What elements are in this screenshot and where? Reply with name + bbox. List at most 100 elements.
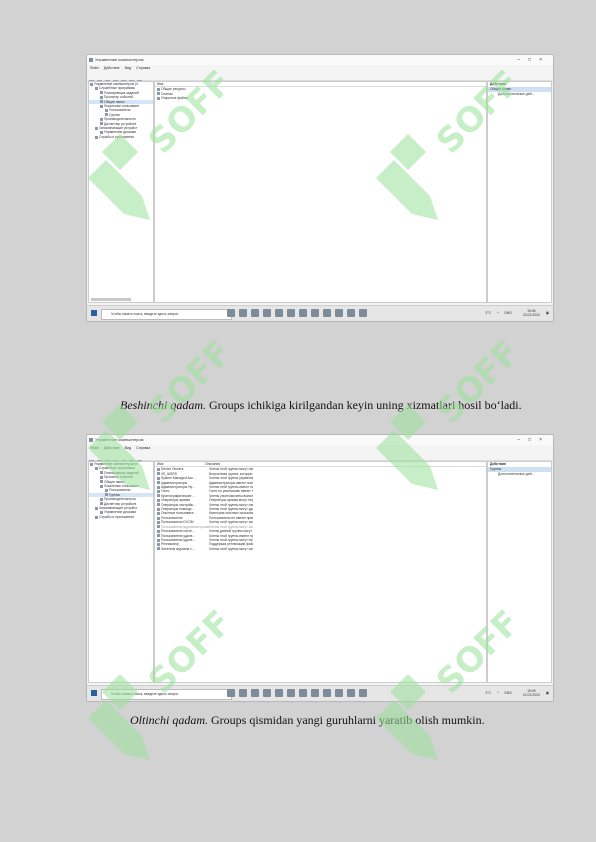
store-icon[interactable] [275,309,283,317]
app-icon[interactable] [323,689,331,697]
explorer-icon[interactable] [263,689,271,697]
window-controls[interactable]: –□× [517,435,550,445]
app-icon[interactable] [311,689,319,697]
tree-node-icon [100,104,103,108]
tree-node-icon [105,113,108,117]
windows-start-icon[interactable] [91,310,97,316]
tree-item-label: Производительность [104,117,136,122]
console-tree[interactable]: Управление компьютером (л Служебные прогр… [88,461,154,683]
tray-chevron-up-icon[interactable]: ^ [497,691,499,695]
app-icon[interactable] [347,309,355,317]
app-icon[interactable] [359,309,367,317]
chrome-icon[interactable] [287,309,295,317]
menu-view[interactable]: Вид [125,66,132,70]
notifications-icon[interactable]: ▣ [546,311,549,315]
group-icon [157,520,160,524]
tree-node-icon [100,471,103,475]
task-view-icon[interactable] [227,309,235,317]
language-indicator[interactable]: ENG [505,691,512,695]
computer-management-icon [89,438,93,442]
tree-node-icon [100,131,103,135]
tree-item-label: Пользователи [109,108,131,113]
toolbar [87,452,553,465]
group-icon [157,468,160,472]
group-name: Читатели журнала с... [161,546,195,551]
minimize-icon[interactable]: – [517,437,528,443]
windows-start-icon[interactable] [91,690,97,696]
maximize-icon[interactable]: □ [528,437,539,443]
app-icon[interactable] [323,309,331,317]
close-icon[interactable]: × [539,437,550,443]
tree-item[interactable]: Службы и приложения [89,135,153,139]
word-icon[interactable] [335,309,343,317]
column-header-name[interactable]: Имя [157,462,205,466]
console-tree[interactable]: Управление компьютером (л Служебные прогр… [88,81,154,303]
column-header-description[interactable]: Описание [205,462,249,466]
tray-chevron-up-icon[interactable]: ^ [497,311,499,315]
explorer-icon[interactable] [263,309,271,317]
tree-node-icon [105,109,108,113]
edge-icon[interactable] [239,309,247,317]
tree-node-icon [105,489,108,493]
tree-node-icon [100,122,103,126]
more-actions-link[interactable]: Дополнительные дей... [488,472,551,477]
tree-node-icon [95,467,98,471]
minimize-icon[interactable]: – [517,57,528,63]
svg-text:SOFF: SOFF [141,333,230,432]
word-icon[interactable] [335,689,343,697]
app-icon[interactable] [251,689,259,697]
window-controls[interactable]: –□× [517,55,550,65]
edge-icon[interactable] [239,689,247,697]
menu-help[interactable]: Справка [136,446,150,450]
tree-node-icon [95,135,98,139]
menu-action[interactable]: Действие [104,446,120,450]
tree-item-label: Планировщик заданий [104,90,139,95]
groups-list[interactable]: Имя Описание Device Owners Члены этой груп… [154,461,487,683]
system-tray: 3°C ^ ENG 15:06 22.03.2024 ▣ [480,306,549,321]
step-title: Beshinchi qadam. [120,398,206,412]
app-icon[interactable] [347,689,355,697]
close-icon[interactable]: × [539,57,550,63]
menu-bar: Файл Действие Вид Справка [87,445,553,452]
taskbar-search-input[interactable]: Чтобы начать поиск, введите здесь запрос [101,309,232,320]
clock[interactable]: 15:09 22.03.2024 [518,689,540,697]
horizontal-scrollbar[interactable] [91,298,131,301]
tree-item-label: Диспетчер устройств [104,501,137,506]
mail-icon[interactable] [299,689,307,697]
shared-folders-list[interactable]: Имя Общие ресурсы Сеансы Открытые файлы [154,81,487,303]
tree-node-icon [100,100,103,104]
weather-temp[interactable]: 3°C [485,691,491,695]
group-icon [157,498,160,502]
tree-item-label: Группы [109,112,120,117]
tree-item[interactable]: Службы и приложения [89,515,153,519]
notifications-icon[interactable]: ▣ [546,691,549,695]
window-titlebar: Управление компьютером –□× [87,435,553,445]
app-icon[interactable] [359,689,367,697]
app-icon[interactable] [311,309,319,317]
tree-node-icon [100,480,103,484]
menu-file[interactable]: Файл [90,66,99,70]
tree-node-icon [95,506,98,510]
language-indicator[interactable]: ENG [505,311,512,315]
menu-action[interactable]: Действие [104,66,120,70]
menu-help[interactable]: Справка [136,66,150,70]
store-icon[interactable] [275,689,283,697]
tree-item-label: Запоминающие устройст [99,506,138,511]
taskbar-search-input[interactable]: Чтобы начать поиск, введите здесь запрос [101,689,232,700]
group-icon [157,481,160,485]
weather-temp[interactable]: 3°C [485,311,491,315]
menu-view[interactable]: Вид [125,446,132,450]
tree-node-icon [90,82,93,86]
app-icon[interactable] [251,309,259,317]
table-row[interactable]: Читатели журнала с... Члены этой группы м… [155,547,486,551]
list-item[interactable]: Открытые файлы [155,96,486,100]
mail-icon[interactable] [299,309,307,317]
maximize-icon[interactable]: □ [528,57,539,63]
menu-bar: Файл Действие Вид Справка [87,65,553,72]
clock[interactable]: 15:06 22.03.2024 [518,309,540,317]
task-view-icon[interactable] [227,689,235,697]
menu-file[interactable]: Файл [90,446,99,450]
more-actions-link[interactable]: Дополнительные дей... [488,92,551,97]
chrome-icon[interactable] [287,689,295,697]
step-title: Oltinchi qadam. [130,713,208,727]
